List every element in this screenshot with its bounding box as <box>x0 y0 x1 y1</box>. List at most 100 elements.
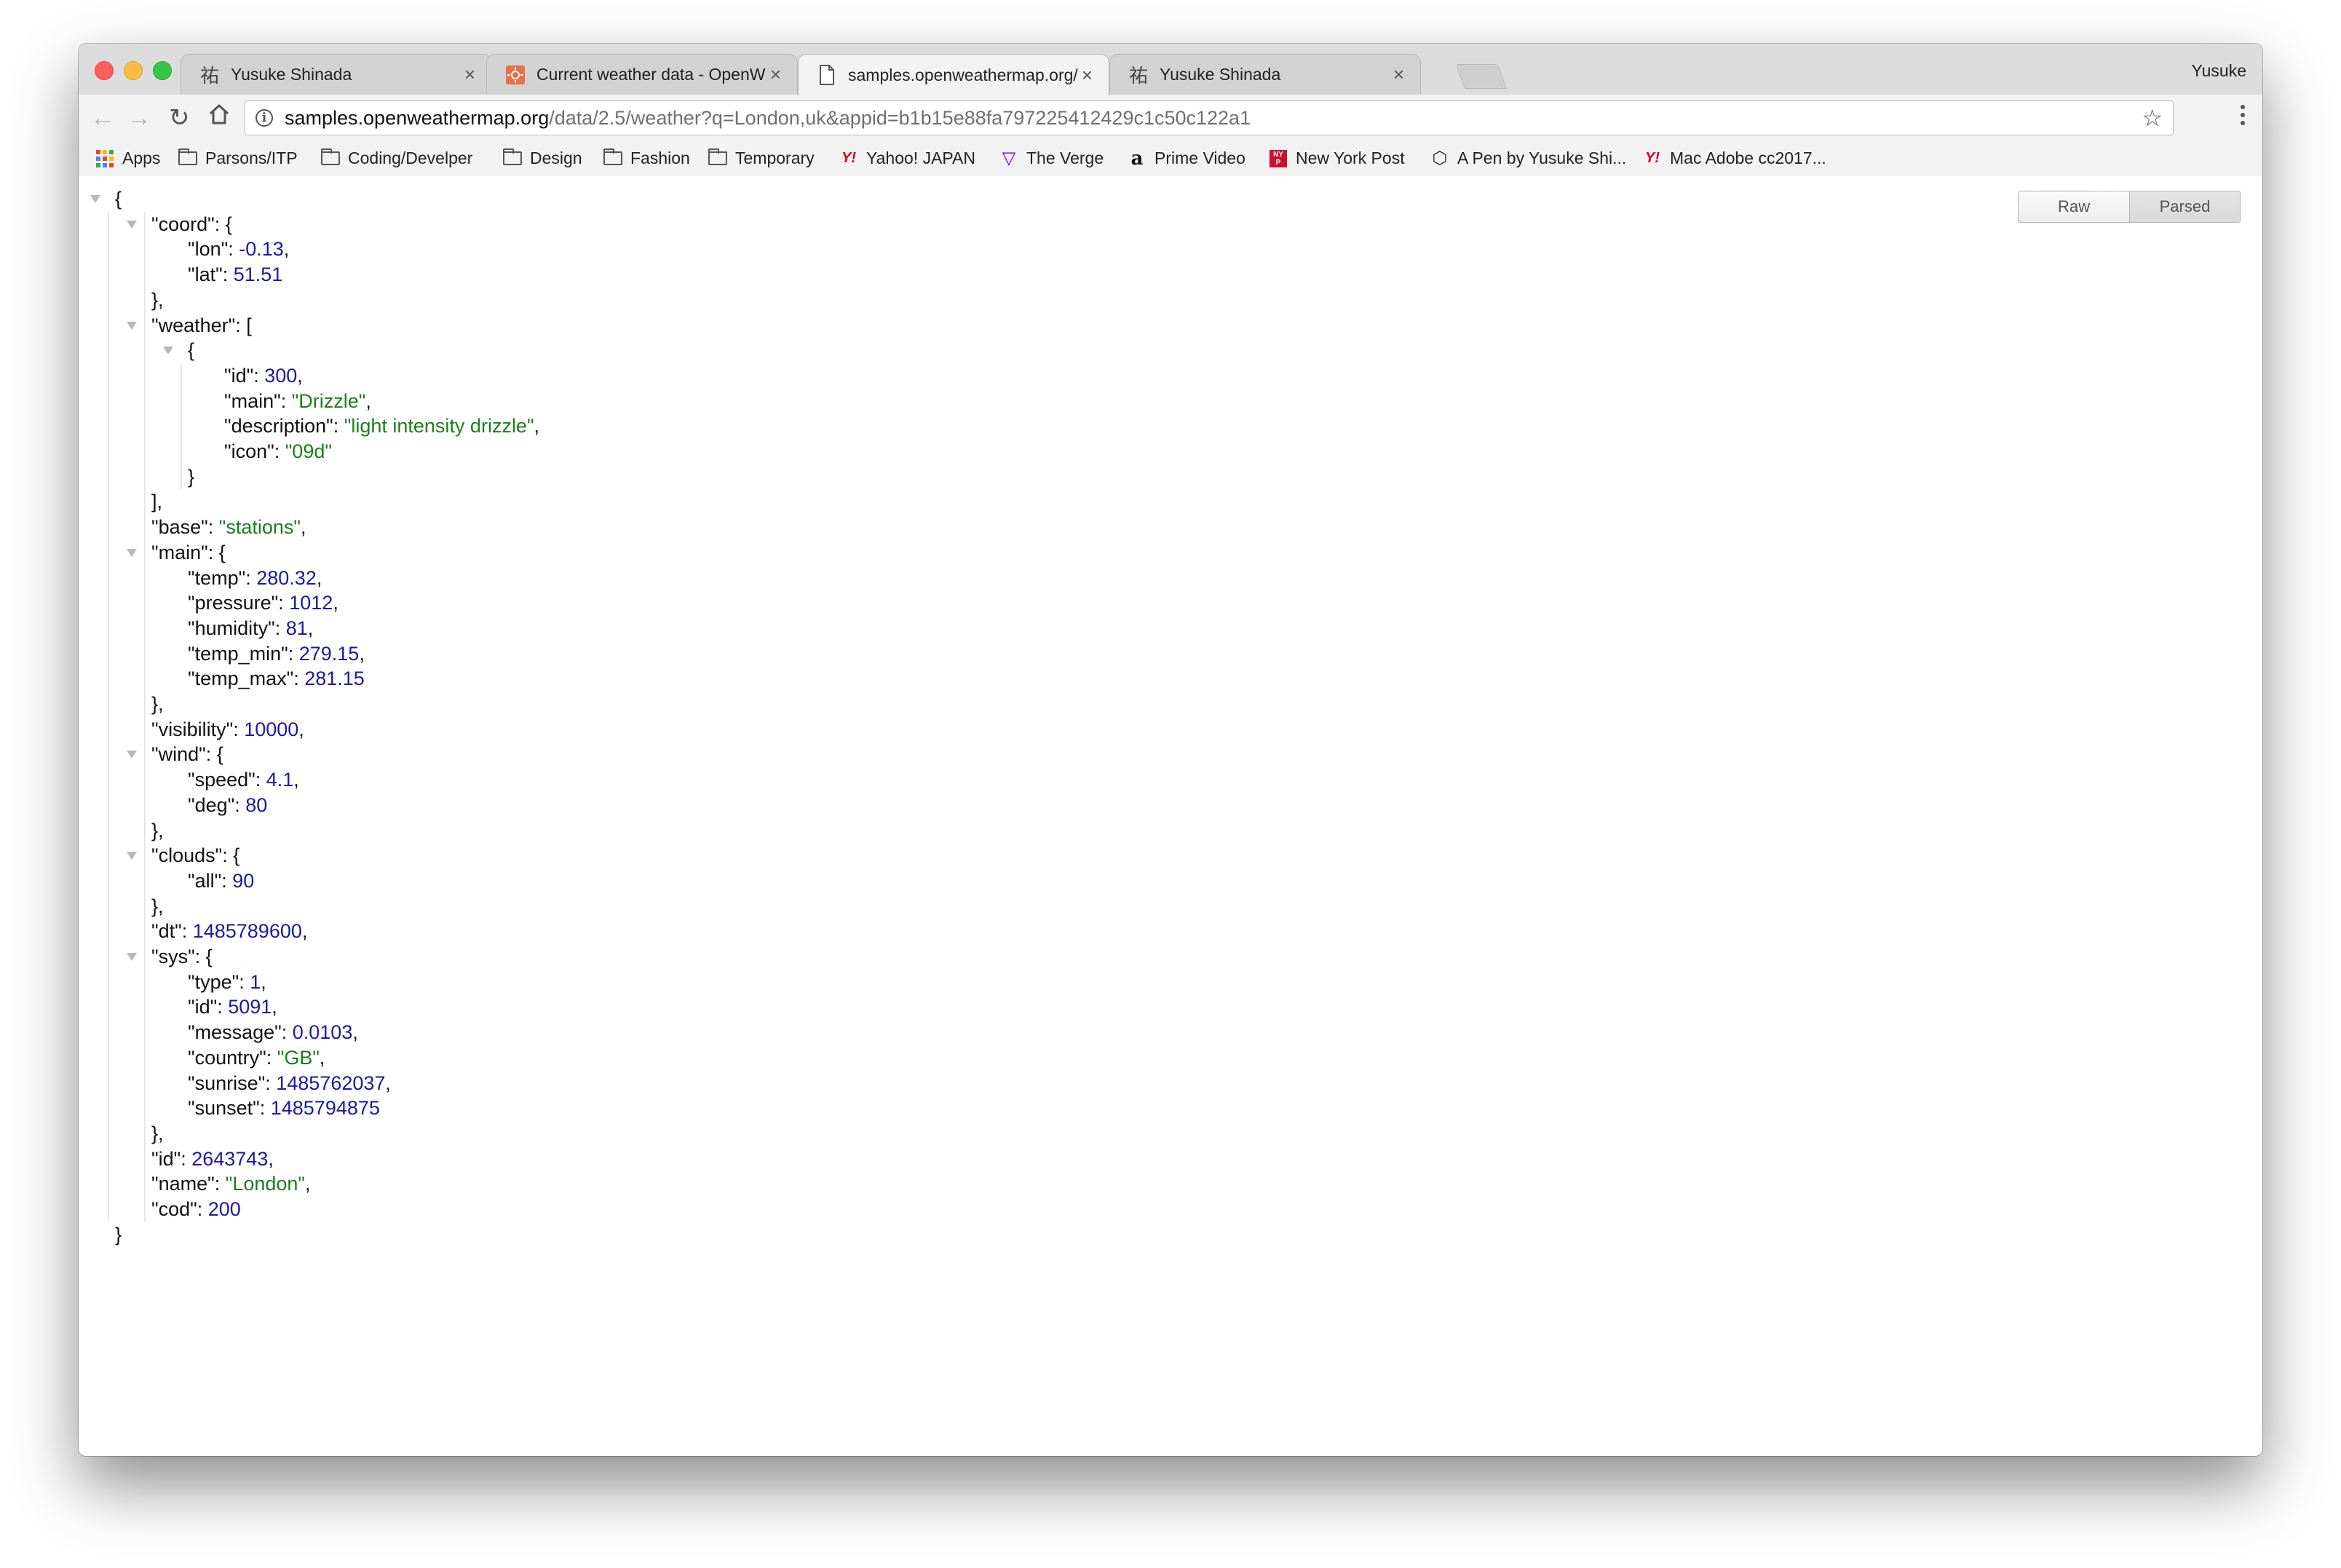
tab-samples-openweathermap[interactable]: samples.openweathermap.org/ × <box>798 54 1109 95</box>
back-arrow-icon[interactable]: ← <box>90 103 115 132</box>
collapse-triangle-icon[interactable] <box>127 852 137 860</box>
collapse-triangle-icon[interactable] <box>163 347 173 355</box>
bookmark-prime-video[interactable]: a Prime Video <box>1127 147 1245 170</box>
json-key: "id" <box>224 364 254 387</box>
json-key: "speed" <box>188 769 256 791</box>
window-maximize-button[interactable] <box>153 61 172 80</box>
reload-icon[interactable]: ↻ <box>169 103 190 132</box>
json-line: "lon": -0.13, <box>188 237 289 261</box>
json-key: "main" <box>224 389 281 412</box>
json-key: "sunrise" <box>188 1072 266 1094</box>
collapse-triangle-icon[interactable] <box>127 220 137 229</box>
bookmark-design[interactable]: Design <box>502 149 582 168</box>
forward-arrow-icon[interactable]: → <box>127 103 151 132</box>
bookmark-coding-develper[interactable]: Coding/Develper <box>320 149 472 168</box>
json-key: "type" <box>188 970 239 993</box>
json-line: { <box>115 186 122 211</box>
json-string: "light intensity drizzle" <box>344 415 534 437</box>
json-punctuation: : <box>214 1173 226 1195</box>
json-line: "name": "London", <box>151 1171 311 1196</box>
bookmark-new-york-post[interactable]: NY P New York Post <box>1268 149 1405 168</box>
bookmark-yahoo-japan[interactable]: Y! Yahoo! JAPAN <box>839 149 975 168</box>
bookmark-fashion[interactable]: Fashion <box>603 149 690 168</box>
close-icon[interactable]: × <box>1082 64 1093 87</box>
bookmark-star-icon[interactable]: ☆ <box>2142 104 2163 132</box>
json-key: "id" <box>188 996 218 1018</box>
json-punctuation: , <box>297 364 303 387</box>
profile-name[interactable]: Yusuke <box>2192 61 2246 81</box>
json-key: "sunset" <box>188 1097 260 1120</box>
json-punctuation: , <box>298 718 304 740</box>
json-line: }, <box>151 818 164 843</box>
json-number: 81 <box>285 617 308 639</box>
json-key: "temp_min" <box>188 642 288 665</box>
json-punctuation: : <box>228 238 239 261</box>
tab-openweather[interactable]: Current weather data - OpenW × <box>486 54 798 95</box>
bookmark-the-verge[interactable]: ▽ The Verge <box>999 149 1104 168</box>
json-punctuation: : <box>245 566 257 589</box>
collapse-triangle-icon[interactable] <box>127 321 137 330</box>
bookmark-parsons-itp[interactable]: Parsons/ITP <box>178 149 298 168</box>
json-punctuation: : [ <box>235 314 252 336</box>
folder-icon <box>502 149 523 167</box>
json-line: "id": 300, <box>224 363 303 388</box>
json-punctuation: , <box>352 1021 358 1044</box>
json-line: "lat": 51.51 <box>188 262 282 287</box>
info-icon[interactable]: i <box>256 109 273 127</box>
json-line: "cod": 200 <box>151 1197 241 1221</box>
close-icon[interactable]: × <box>1393 63 1404 86</box>
window-minimize-button[interactable] <box>124 61 143 80</box>
json-punctuation: ], <box>151 491 163 513</box>
json-line: "sys": { <box>151 944 213 969</box>
raw-button[interactable]: Raw <box>2019 191 2129 222</box>
folder-icon <box>603 149 623 167</box>
bookmark-apps[interactable]: Apps <box>95 149 160 168</box>
new-tab-button[interactable] <box>1455 64 1508 89</box>
home-icon[interactable] <box>207 102 233 131</box>
json-key: "all" <box>188 869 222 892</box>
json-number: 0.0103 <box>292 1021 353 1044</box>
json-punctuation: , <box>301 920 308 943</box>
parsed-button[interactable]: Parsed <box>2129 191 2240 222</box>
bookmark-temporary[interactable]: Temporary <box>708 149 815 168</box>
json-line: "sunset": 1485794875 <box>188 1096 380 1120</box>
json-number: 5091 <box>228 996 272 1018</box>
collapse-triangle-icon[interactable] <box>127 751 137 759</box>
json-punctuation: , <box>261 970 266 993</box>
bookmark-codepen[interactable]: ⬡ A Pen by Yusuke Shi... <box>1430 149 1627 168</box>
json-line: "main": { <box>151 540 226 565</box>
json-punctuation: { <box>188 339 195 362</box>
json-key: "description" <box>224 415 333 437</box>
collapse-triangle-icon[interactable] <box>127 548 137 557</box>
json-punctuation: }, <box>151 1122 164 1144</box>
window-close-button[interactable] <box>95 61 114 80</box>
collapse-triangle-icon[interactable] <box>90 195 100 203</box>
json-line: "type": 1, <box>188 970 266 994</box>
json-punctuation: : <box>288 642 299 665</box>
json-line: "temp": 280.32, <box>188 566 322 590</box>
json-line: "pressure": 1012, <box>188 590 338 615</box>
close-icon[interactable]: × <box>464 63 475 86</box>
collapse-triangle-icon[interactable] <box>127 953 137 961</box>
json-punctuation: , <box>307 617 314 639</box>
bookmark-mac-adobe[interactable]: Y! Mac Adobe cc2017... <box>1642 149 1826 168</box>
json-punctuation: : <box>181 920 193 943</box>
json-punctuation: } <box>188 465 195 488</box>
json-line: "humidity": 81, <box>188 616 313 641</box>
json-punctuation: : <box>197 1198 208 1220</box>
json-line: }, <box>151 692 164 716</box>
amazon-icon: a <box>1130 147 1144 170</box>
json-punctuation: , <box>365 389 371 412</box>
close-icon[interactable]: × <box>770 63 781 86</box>
json-punctuation: , <box>300 516 306 539</box>
json-number: 4.1 <box>266 769 294 791</box>
json-number: 281.15 <box>304 668 365 690</box>
menu-kebab-icon[interactable] <box>2241 105 2246 129</box>
address-bar[interactable]: i samples.openweathermap.org/data/2.5/we… <box>245 100 2174 135</box>
tab-yusuke-shinada-1[interactable]: 祐 Yusuke Shinada × <box>181 54 492 95</box>
json-line: "deg": 80 <box>188 793 267 817</box>
tab-yusuke-shinada-2[interactable]: 祐 Yusuke Shinada × <box>1109 54 1421 95</box>
json-punctuation: , <box>305 1173 311 1195</box>
json-punctuation: , <box>359 642 365 665</box>
json-line: "dt": 1485789600, <box>151 919 307 943</box>
